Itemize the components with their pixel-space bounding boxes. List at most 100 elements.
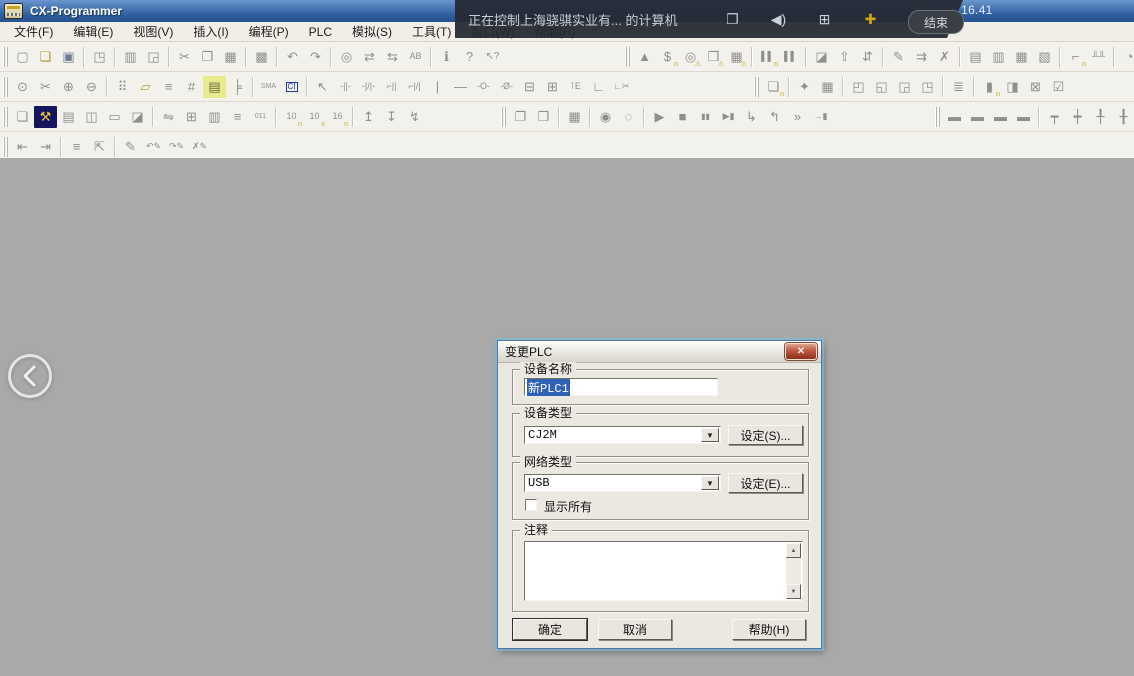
network-type-combobox[interactable]: USB ▼	[524, 474, 721, 492]
context-help-icon[interactable]: ↖?	[481, 46, 504, 68]
rung-list-icon[interactable]: ≡	[65, 136, 88, 158]
force-off-icon[interactable]: ↧	[380, 106, 403, 128]
info-icon[interactable]: ℹ	[435, 46, 458, 68]
pen-undo-icon[interactable]: ↶✎	[142, 136, 165, 158]
output-window-icon[interactable]: ▤	[57, 106, 80, 128]
properties-icon[interactable]: ◪	[126, 106, 149, 128]
select-tool-icon[interactable]: ↖	[311, 76, 334, 98]
window-check-icon[interactable]: ☑	[1047, 76, 1070, 98]
coil-open-icon[interactable]: -O-	[472, 76, 495, 98]
transfer-online-icon[interactable]: ▦⚠	[725, 46, 748, 68]
continuous-run-icon[interactable]: »	[786, 106, 809, 128]
step-trace-icon[interactable]: ⌐n	[1064, 46, 1087, 68]
menu-program[interactable]: 编程(P)	[239, 21, 299, 42]
toolbar-grip[interactable]	[935, 107, 940, 127]
watch-window-icon[interactable]: ◫	[80, 106, 103, 128]
fullscreen-icon[interactable]: ❐	[723, 10, 741, 28]
end-session-button[interactable]: 结束	[908, 10, 964, 34]
find-device-online-icon[interactable]: ◎⚠	[679, 46, 702, 68]
dialog-close-button[interactable]: ✕	[785, 343, 817, 360]
show-sma-icon[interactable]: SMA	[257, 76, 280, 98]
sim-stop-icon[interactable]: ■	[671, 106, 694, 128]
save-file-icon[interactable]: ▣	[57, 46, 80, 68]
indent-right-icon[interactable]: ⇥	[34, 136, 57, 158]
menu-view[interactable]: 视图(V)	[123, 21, 183, 42]
work-online-icon[interactable]: ▲	[633, 46, 656, 68]
contact-closed-icon[interactable]: -|/|-	[357, 76, 380, 98]
open-file-icon[interactable]: ❏	[34, 46, 57, 68]
menu-file[interactable]: 文件(F)	[4, 21, 63, 42]
pause-icon[interactable]: ▌▌	[779, 46, 802, 68]
print-preview-icon[interactable]: ◲	[142, 46, 165, 68]
line-connect-icon[interactable]: ∟	[587, 76, 610, 98]
find-options-icon[interactable]: ⇄	[358, 46, 381, 68]
breakpoint-set-icon[interactable]: ◉	[594, 106, 617, 128]
network-type-dropdown-icon[interactable]: ▼	[701, 476, 719, 490]
set-bar-1-icon[interactable]: ┯	[1043, 106, 1066, 128]
step-in-icon[interactable]: ↳	[740, 106, 763, 128]
calendar-grid-icon[interactable]: ▦	[816, 76, 839, 98]
horizontal-line-icon[interactable]: —	[449, 76, 472, 98]
menu-tools[interactable]: 工具(T)	[402, 21, 461, 42]
cut-icon[interactable]: ✂	[173, 46, 196, 68]
plc-memory-window-icon[interactable]: ▤	[964, 46, 987, 68]
scroll-up-icon[interactable]: ▲	[786, 543, 801, 558]
instruction-box-icon[interactable]: ⊟	[518, 76, 541, 98]
rung-wrap-icon[interactable]: ≣	[947, 76, 970, 98]
sim-pause-icon[interactable]: ▮▮	[694, 106, 717, 128]
device-type-combobox[interactable]: CJ2M ▼	[524, 426, 721, 444]
comment-scrollbar[interactable]: ▲ ▼	[786, 543, 801, 599]
force-cancel-icon[interactable]: ↯	[403, 106, 426, 128]
contact-open-icon[interactable]: -||-	[334, 76, 357, 98]
delete-rung-icon[interactable]: ◱	[870, 76, 893, 98]
replace-icon[interactable]: ⇆	[381, 46, 404, 68]
set-bar-2-icon[interactable]: ┿	[1066, 106, 1089, 128]
device-online-icon[interactable]: ❒⚠	[702, 46, 725, 68]
window-z-order-icon[interactable]: ◨	[1001, 76, 1024, 98]
network-type-settings-button[interactable]: 设定(E)...	[728, 473, 803, 493]
indent-left-icon[interactable]: ⇤	[11, 136, 34, 158]
decimal-display-icon[interactable]: 10n	[280, 106, 303, 128]
new-file-icon[interactable]: ▢	[11, 46, 34, 68]
io-comment-view-icon[interactable]: #	[180, 76, 203, 98]
zoom-region-icon[interactable]: ✂	[34, 76, 57, 98]
transfer-program-icon[interactable]: ⇧	[833, 46, 856, 68]
paste-icon[interactable]: ▦	[219, 46, 242, 68]
print-icon[interactable]: ▥	[119, 46, 142, 68]
project-window-icon[interactable]: ❏	[11, 106, 34, 128]
menu-insert[interactable]: 插入(I)	[183, 21, 238, 42]
binary-display-icon[interactable]: 011	[249, 106, 272, 128]
change-all-icon[interactable]: AB	[404, 46, 427, 68]
grid-toggle-icon[interactable]: ⠿	[111, 76, 134, 98]
memory-block-2-icon[interactable]: ▬	[966, 106, 989, 128]
cross-reference-icon[interactable]: ⇋	[157, 106, 180, 128]
toolbar-grip[interactable]	[3, 107, 8, 127]
undo-icon[interactable]: ↶	[281, 46, 304, 68]
toolbar-grip[interactable]	[3, 47, 8, 67]
toolbar-grip[interactable]	[501, 107, 506, 127]
instruction-box-set-icon[interactable]: ⊞	[541, 76, 564, 98]
pen-clear-icon[interactable]: ✗✎	[188, 136, 211, 158]
toolbar-grip[interactable]	[625, 47, 630, 67]
watch-sheet-icon[interactable]: ▦	[563, 106, 586, 128]
build-icon[interactable]: ⚒	[34, 106, 57, 128]
session-pin-icon[interactable]: ✚	[861, 10, 879, 28]
window-restore-icon[interactable]: ▮n	[978, 76, 1001, 98]
step-run-icon[interactable]: ▶▮	[717, 106, 740, 128]
contact-or-closed-icon[interactable]: ⌐|/|	[403, 76, 426, 98]
window-close-all-icon[interactable]: ⊠	[1024, 76, 1047, 98]
zoom-tool-icon[interactable]: ⊙	[11, 76, 34, 98]
pen-redo-icon[interactable]: ↷✎	[165, 136, 188, 158]
breakpoint-clear-icon[interactable]: ◌	[617, 106, 640, 128]
set-bar-4-icon[interactable]: ╂	[1112, 106, 1134, 128]
online-edit-cancel-icon[interactable]: ✗	[933, 46, 956, 68]
pause-monitor-icon[interactable]: ▌▌n	[756, 46, 779, 68]
signed-decimal-display-icon[interactable]: 10±	[303, 106, 326, 128]
show-ci-icon[interactable]: CI	[280, 76, 303, 98]
rung-display-icon[interactable]: ▤	[203, 76, 226, 98]
device-name-input[interactable]: 新PLC1	[524, 378, 718, 396]
plc-settings-icon[interactable]: ▦	[1010, 46, 1033, 68]
ok-button[interactable]: 确定	[513, 619, 587, 640]
copy-icon[interactable]: ❐	[196, 46, 219, 68]
set-bar-3-icon[interactable]: ╀	[1089, 106, 1112, 128]
